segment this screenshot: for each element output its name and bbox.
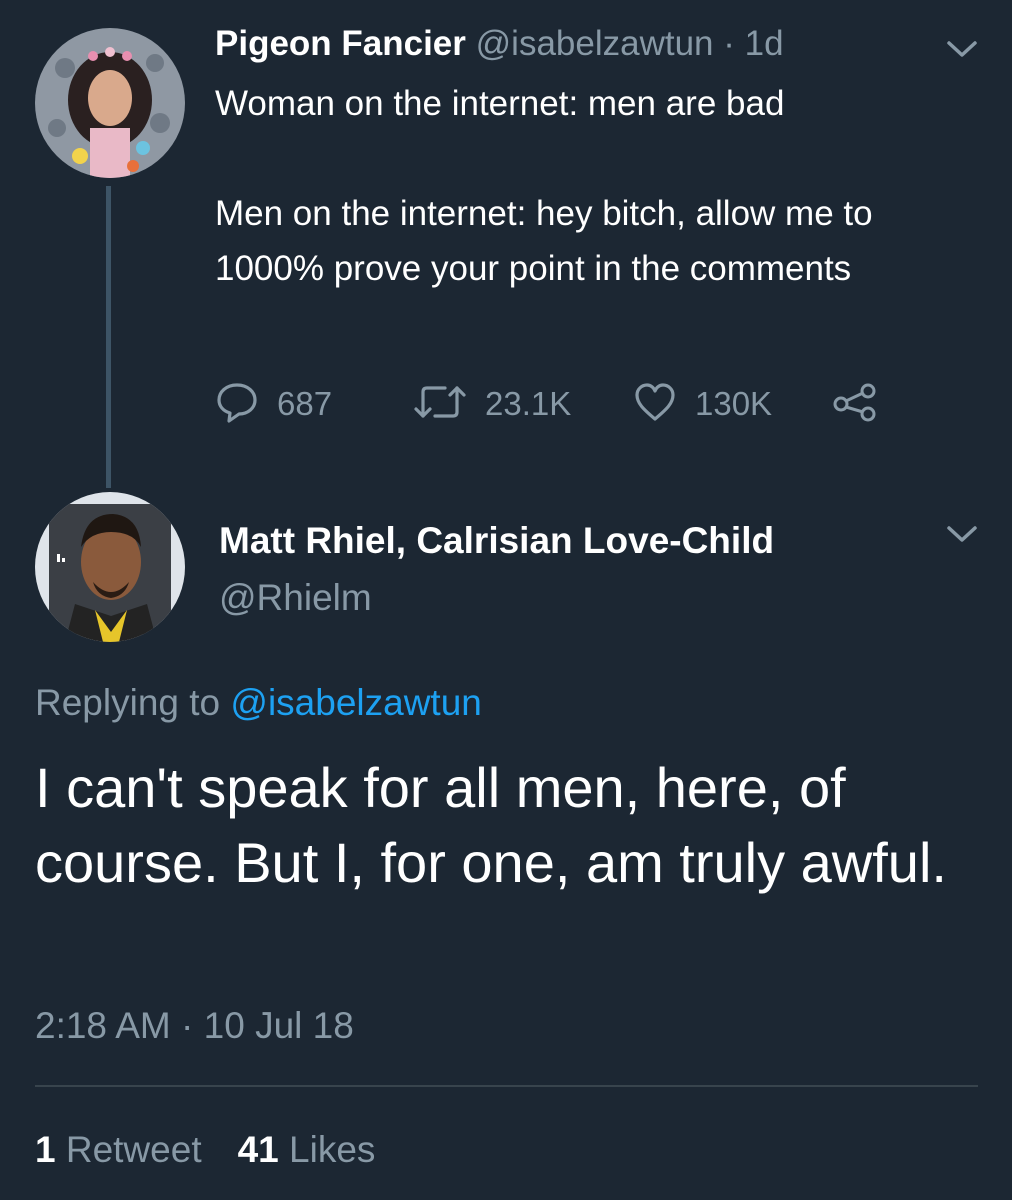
stats-divider	[35, 1085, 978, 1087]
reply-icon	[215, 381, 259, 428]
parent-tweet-text: Woman on the internet: men are bad Men o…	[215, 84, 873, 288]
share-button[interactable]	[832, 380, 878, 428]
parent-handle[interactable]: @isabelzawtun	[476, 24, 714, 63]
reply-button[interactable]: 687	[215, 380, 332, 428]
reply-timestamp: 2:18 AM · 10 Jul 18	[35, 1003, 354, 1049]
reply-time: 2:18 AM	[35, 1005, 171, 1046]
share-icon	[832, 382, 878, 427]
parent-tweet-age: 1d	[744, 24, 784, 63]
retweet-icon	[413, 382, 467, 427]
avatar-pigeon-fancier[interactable]	[35, 28, 185, 178]
likes-label: Likes	[289, 1129, 376, 1170]
likes-stat[interactable]: 41 Likes	[238, 1129, 376, 1170]
replying-to-mention[interactable]: @isabelzawtun	[230, 682, 481, 723]
chevron-down-icon[interactable]	[945, 523, 979, 545]
engagement-stats: 1 Retweet 41 Likes	[35, 1127, 375, 1173]
like-count: 130K	[695, 385, 773, 422]
like-button[interactable]: 130K	[633, 380, 772, 428]
heart-icon	[633, 382, 677, 427]
tweet-thread: Pigeon Fancier @isabelzawtun · 1d Woman …	[0, 0, 1012, 1200]
reply-display-name[interactable]: Matt Rhiel, Calrisian Love-Child	[219, 518, 774, 564]
replying-to-label: Replying to	[35, 682, 231, 723]
parent-tweet-actions: 687 23.1K 130K	[215, 380, 915, 430]
retweets-stat[interactable]: 1 Retweet	[35, 1129, 202, 1170]
reply-date: 10 Jul 18	[203, 1005, 354, 1046]
avatar-matt-rhiel[interactable]	[35, 492, 185, 642]
retweet-button[interactable]: 23.1K	[413, 380, 571, 428]
timestamp-separator: ·	[170, 1005, 204, 1046]
parent-tweet-header: Pigeon Fancier @isabelzawtun · 1d	[215, 22, 784, 66]
parent-meta-separator: ·	[713, 24, 745, 63]
retweet-count: 23.1K	[485, 385, 572, 422]
likes-number: 41	[237, 1129, 279, 1170]
reply-count: 687	[277, 385, 333, 422]
reply-tweet-text: I can't speak for all men, here, of cour…	[35, 756, 947, 894]
parent-display-name[interactable]: Pigeon Fancier	[215, 24, 466, 63]
reply-handle[interactable]: @Rhielm	[219, 575, 372, 621]
retweets-label: Retweet	[65, 1129, 202, 1170]
thread-connector-line	[106, 186, 111, 488]
retweets-number: 1	[35, 1129, 56, 1170]
replying-to-line: Replying to @isabelzawtun	[35, 680, 482, 726]
chevron-down-icon[interactable]	[945, 38, 979, 60]
